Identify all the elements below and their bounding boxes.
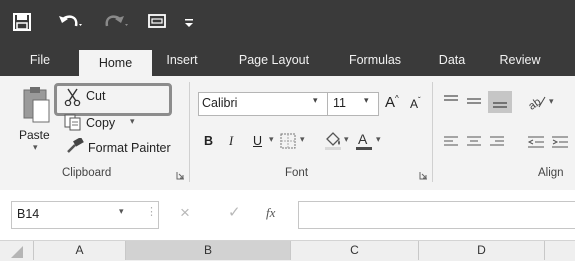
borders-icon[interactable] [280, 133, 296, 149]
column-header[interactable]: C [291, 241, 419, 260]
insert-function-icon[interactable]: fx [266, 205, 275, 221]
copy-dropdown-icon[interactable]: ▾ [130, 116, 135, 127]
svg-text:A: A [358, 131, 368, 147]
format-painter-icon [67, 138, 84, 153]
font-name-value: Calibri [202, 96, 238, 110]
font-launcher-icon[interactable] [419, 171, 428, 180]
align-right-icon[interactable] [489, 135, 505, 149]
tab-data[interactable]: Data [430, 45, 474, 76]
font-color-dropdown-icon[interactable]: ▾ [376, 134, 381, 145]
tab-formulas[interactable]: Formulas [340, 45, 410, 76]
fill-color-icon[interactable] [323, 131, 343, 151]
paste-dropdown-icon[interactable]: ▾ [33, 142, 38, 153]
select-all-icon [10, 246, 23, 258]
copy-icon [64, 114, 81, 131]
quick-access-toolbar [0, 0, 575, 45]
top-align-icon[interactable] [443, 94, 459, 108]
alignment-group-label: Align [538, 167, 564, 179]
cut-button[interactable]: Cut [86, 89, 105, 103]
save-icon[interactable] [13, 13, 31, 31]
group-divider [189, 82, 190, 182]
align-center-icon[interactable] [466, 135, 482, 149]
underline-button[interactable]: U [253, 134, 262, 148]
tab-file[interactable]: File [20, 45, 60, 76]
bottom-align-icon [493, 102, 507, 108]
orientation-dropdown-icon[interactable]: ▾ [549, 96, 554, 107]
column-header[interactable]: D [419, 241, 545, 260]
middle-align-icon[interactable] [466, 94, 482, 108]
italic-button[interactable]: I [229, 134, 233, 149]
clipboard-group-label: Clipboard [62, 167, 112, 179]
increase-indent-icon[interactable] [551, 135, 569, 149]
paste-icon[interactable] [21, 86, 51, 126]
fill-color-dropdown-icon[interactable]: ▾ [344, 134, 349, 145]
name-box-value: B14 [17, 207, 40, 221]
orientation-icon[interactable]: ab [527, 93, 547, 111]
format-painter-button[interactable]: Format Painter [88, 141, 171, 155]
tab-insert[interactable]: Insert [158, 45, 206, 76]
decrease-indent-icon[interactable] [527, 135, 545, 149]
increase-font-size-icon[interactable]: A^ [385, 94, 399, 111]
clipboard-launcher-icon[interactable] [176, 171, 185, 180]
underline-dropdown-icon[interactable]: ▾ [269, 134, 274, 145]
cancel-icon[interactable]: × [180, 203, 190, 223]
customize-toolbar-icon[interactable] [184, 18, 194, 28]
font-name-dropdown-icon[interactable]: ▾ [313, 95, 318, 106]
borders-dropdown-icon[interactable]: ▾ [300, 134, 305, 145]
column-header[interactable]: A [34, 241, 126, 260]
paste-button[interactable]: Paste [19, 128, 50, 142]
splitter-handle[interactable]: ⋮ [146, 205, 157, 218]
font-color-icon[interactable]: A [355, 131, 373, 151]
enter-icon[interactable]: ✓ [228, 203, 241, 221]
formula-input[interactable] [298, 201, 575, 229]
redo-icon[interactable] [103, 12, 129, 32]
decrease-font-size-icon[interactable]: Aˇ [410, 96, 421, 111]
font-size-dropdown-icon[interactable]: ▾ [364, 95, 369, 106]
tab-page-layout[interactable]: Page Layout [227, 45, 321, 76]
undo-icon[interactable] [58, 12, 84, 32]
group-divider [432, 82, 433, 182]
tab-home[interactable]: Home [79, 50, 152, 76]
form-icon[interactable] [148, 14, 166, 30]
tab-review[interactable]: Review [490, 45, 550, 76]
align-left-icon[interactable] [443, 135, 459, 149]
bold-button[interactable]: B [204, 134, 213, 148]
copy-button[interactable]: Copy [86, 116, 115, 130]
select-all-corner[interactable] [0, 241, 34, 260]
name-box-dropdown-icon[interactable]: ▾ [119, 206, 124, 217]
font-size-value: 11 [333, 96, 346, 110]
scissors-icon [64, 88, 81, 106]
column-header-selected[interactable]: B [126, 241, 291, 260]
font-group-label: Font [285, 167, 309, 179]
